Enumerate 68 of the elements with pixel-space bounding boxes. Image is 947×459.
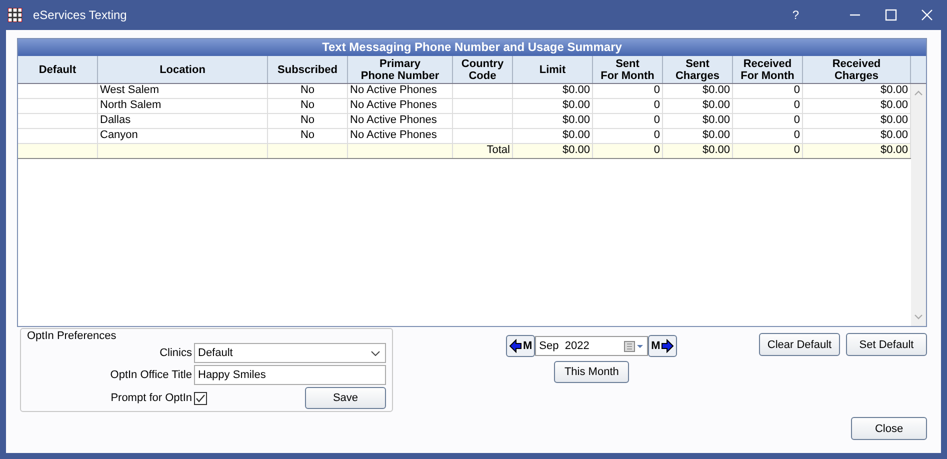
total-cell: Total: [453, 144, 513, 158]
group-title: OptIn Preferences: [27, 330, 118, 343]
total-cell: $0.00: [513, 144, 593, 158]
table-cell: $0.00: [663, 84, 733, 98]
table-cell: No: [268, 84, 348, 98]
month-picker[interactable]: Sep 2022: [535, 336, 648, 356]
table-cell: Dallas: [98, 114, 268, 128]
column-header[interactable]: Country Code: [453, 56, 513, 83]
close-icon[interactable]: [921, 9, 933, 21]
this-month-button[interactable]: This Month: [554, 361, 630, 383]
total-cell: 0: [733, 144, 803, 158]
total-cell: 0: [593, 144, 663, 158]
field-label: OptIn Office Title: [109, 369, 193, 381]
previous-month-button[interactable]: M: [506, 335, 536, 357]
clinics-dropdown[interactable]: Default: [194, 343, 386, 363]
close-button[interactable]: Close: [851, 417, 927, 440]
table-cell: 0: [733, 129, 803, 143]
table-cell: 0: [593, 99, 663, 113]
table-cell: No: [268, 114, 348, 128]
column-header[interactable]: Received Charges: [803, 56, 911, 83]
column-header[interactable]: Limit: [513, 56, 593, 83]
office-title-field[interactable]: Happy Smiles: [194, 365, 386, 385]
save-button[interactable]: Save: [305, 387, 386, 409]
table-cell: No Active Phones: [348, 129, 453, 143]
table-cell: $0.00: [663, 114, 733, 128]
table-cell: 0: [733, 114, 803, 128]
next-month-button[interactable]: M: [648, 335, 678, 357]
chevron-down-icon: [371, 350, 380, 356]
table-cell: No: [268, 129, 348, 143]
table-cell: West Salem: [98, 84, 268, 98]
arrow-left-icon: [509, 339, 522, 353]
table-cell: $0.00: [513, 129, 593, 143]
table-cell: No Active Phones: [348, 84, 453, 98]
arrow-right-icon: [661, 339, 674, 353]
set-default-button[interactable]: Set Default: [846, 333, 927, 356]
grid-icon: [8, 8, 22, 22]
table-cell: 0: [593, 84, 663, 98]
table-cell: No Active Phones: [348, 114, 453, 128]
table-cell: No Active Phones: [348, 99, 453, 113]
table-cell: 0: [733, 99, 803, 113]
field-label: Prompt for OptIn: [110, 392, 193, 404]
calendar-icon: [624, 340, 644, 352]
grid-title: Text Messaging Phone Number and Usage Summary: [18, 39, 926, 56]
column-header[interactable]: Subscribed: [268, 56, 348, 83]
window-title: eServices Texting: [33, 8, 127, 22]
column-header[interactable]: Primary Phone Number: [348, 56, 453, 83]
table-cell: 0: [593, 129, 663, 143]
column-header[interactable]: Sent For Month: [593, 56, 663, 83]
table-cell: Canyon: [98, 129, 268, 143]
table-cell: $0.00: [663, 99, 733, 113]
column-header[interactable]: Location: [98, 56, 268, 83]
table-cell: North Salem: [98, 99, 268, 113]
total-cell: $0.00: [663, 144, 733, 158]
clear-default-button[interactable]: Clear Default: [759, 333, 840, 356]
table-cell: No: [268, 99, 348, 113]
table-cell: $0.00: [663, 129, 733, 143]
table-cell: 0: [593, 114, 663, 128]
table-cell: $0.00: [513, 99, 593, 113]
column-header[interactable]: Received For Month: [733, 56, 803, 83]
table-cell: $0.00: [513, 84, 593, 98]
table-cell: $0.00: [513, 114, 593, 128]
maximize-icon[interactable]: [885, 9, 897, 21]
column-header[interactable]: Default: [18, 56, 98, 83]
field-label: Clinics: [158, 347, 193, 359]
column-header[interactable]: Sent Charges: [663, 56, 733, 83]
prompt-checkbox[interactable]: [194, 392, 207, 405]
table-cell: 0: [733, 84, 803, 98]
help-button[interactable]: ?: [792, 8, 799, 22]
